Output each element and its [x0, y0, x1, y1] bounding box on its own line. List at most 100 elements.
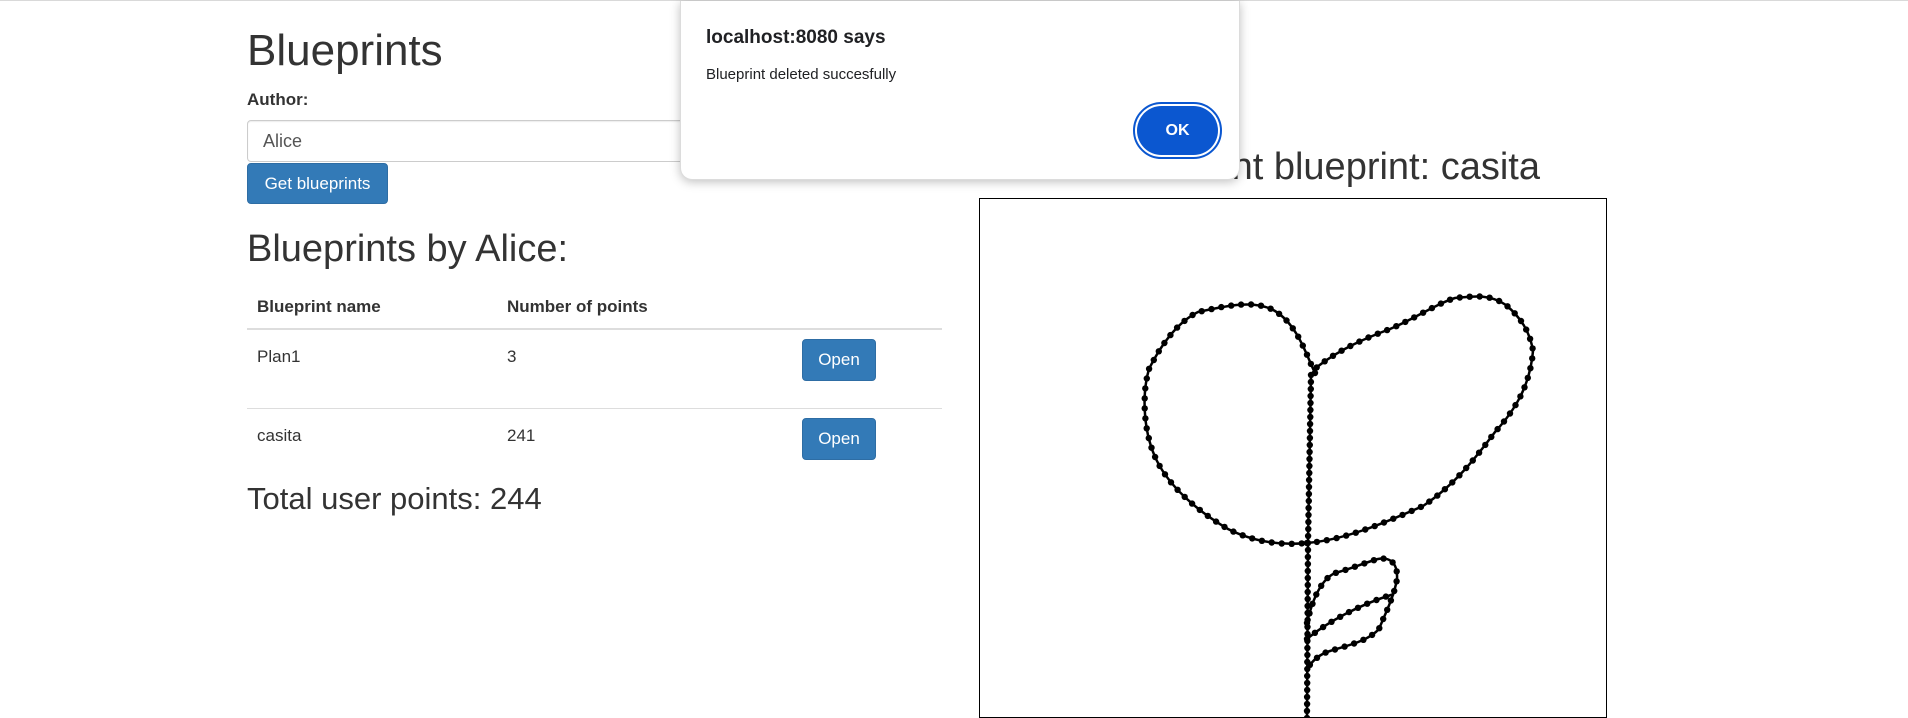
blueprint-point: [1198, 308, 1205, 315]
blueprint-point: [1181, 317, 1188, 325]
blueprint-point: [1466, 293, 1473, 300]
blueprint-point: [1371, 522, 1378, 530]
blueprint-point: [1343, 532, 1350, 539]
blueprint-point: [1307, 406, 1314, 414]
blueprint-point: [1356, 338, 1363, 345]
blueprint-point: [1173, 324, 1181, 331]
blueprint-point: [1304, 546, 1312, 554]
blueprint-point: [1230, 528, 1237, 535]
blueprint-point: [1428, 304, 1436, 312]
blueprint-point: [1434, 492, 1441, 499]
blueprint-point: [1161, 471, 1169, 478]
blueprint-point: [1239, 532, 1246, 539]
blueprint-point: [1376, 625, 1383, 632]
blueprints-by-author-heading: Blueprints by Alice:: [247, 228, 569, 270]
blueprint-point: [1145, 365, 1153, 372]
blueprint-point: [1347, 342, 1354, 350]
blueprint-point: [1167, 479, 1175, 486]
blueprint-point: [1237, 301, 1245, 308]
blueprints-table: Blueprint name Number of points Plan1 3 …: [247, 285, 942, 487]
get-blueprints-button[interactable]: Get blueprints: [247, 163, 388, 204]
blueprint-point: [1306, 469, 1313, 477]
blueprint-point: [1337, 613, 1344, 620]
blueprint-point: [1305, 490, 1313, 498]
blueprint-point: [1469, 457, 1476, 464]
blueprint-point: [1174, 486, 1181, 493]
blueprint-points-cell: 3: [497, 328, 757, 409]
blueprint-point: [1303, 707, 1311, 715]
open-blueprint-button[interactable]: Open: [802, 339, 876, 381]
column-header-actions: [757, 285, 942, 330]
alert-dialog: localhost:8080 says Blueprint deleted su…: [680, 1, 1240, 180]
blueprint-point: [1368, 631, 1376, 639]
blueprint-point: [1338, 347, 1345, 354]
blueprint-point: [1402, 318, 1409, 326]
blueprint-point: [1322, 649, 1329, 656]
blueprint-point: [1495, 297, 1503, 305]
blueprint-point: [1512, 401, 1519, 409]
blueprint-point: [1305, 518, 1312, 526]
blueprint-point: [1456, 472, 1463, 479]
ok-button[interactable]: OK: [1137, 106, 1218, 155]
blueprint-point: [1307, 378, 1315, 386]
blueprint-point: [1345, 608, 1353, 616]
blueprint-point: [1306, 448, 1313, 456]
blueprint-point: [1306, 610, 1313, 617]
blueprint-point: [1383, 326, 1391, 334]
blueprint-name-cell: casita: [247, 408, 497, 487]
blueprint-point: [1488, 433, 1495, 441]
blueprint-point: [1380, 615, 1387, 623]
blueprint-point: [1408, 507, 1415, 515]
blueprint-point: [1305, 525, 1312, 533]
blueprint-point: [1148, 444, 1155, 451]
blueprint-point: [1324, 574, 1331, 582]
column-header-points: Number of points: [497, 285, 757, 330]
blueprint-point: [1305, 511, 1312, 519]
table-row: Plan1 3 Open: [247, 328, 942, 409]
blueprint-point: [1380, 519, 1388, 526]
blueprint-point: [1289, 325, 1296, 332]
blueprint-point: [1307, 385, 1314, 393]
blueprint-point: [1161, 339, 1168, 347]
blueprint-point: [1307, 392, 1314, 400]
blueprint-point: [1504, 303, 1511, 310]
blueprint-point: [1304, 679, 1311, 687]
blueprint-point: [1313, 591, 1320, 598]
blueprint-point: [1304, 567, 1311, 575]
blueprint-point: [1361, 560, 1368, 567]
leaf-stroke: [1305, 557, 1399, 670]
blueprint-point: [1167, 331, 1174, 339]
blueprint-point: [1380, 555, 1387, 562]
blueprint-point: [1304, 651, 1311, 659]
blueprint-point: [1411, 314, 1418, 321]
open-blueprint-button[interactable]: Open: [802, 418, 876, 460]
blueprint-point: [1304, 581, 1311, 589]
blueprint-point: [1362, 526, 1369, 533]
blueprint-point: [1304, 532, 1312, 540]
blueprint-point: [1304, 560, 1312, 568]
blueprint-point: [1309, 600, 1316, 607]
blueprint-point: [1305, 483, 1313, 491]
blueprint-point: [1306, 441, 1313, 449]
blueprint-canvas[interactable]: [979, 198, 1607, 718]
blueprint-point: [1313, 538, 1321, 546]
blueprint-point: [1387, 597, 1395, 604]
blueprint-point: [1331, 646, 1339, 653]
blueprint-point: [1426, 498, 1433, 505]
page-title: Blueprints: [247, 26, 443, 75]
blueprint-point: [1419, 309, 1427, 316]
blueprint-point: [1463, 464, 1470, 472]
blueprint-point: [1393, 323, 1400, 330]
blueprint-point: [1151, 453, 1159, 461]
blueprint-point: [1303, 619, 1311, 627]
blueprint-point: [1341, 643, 1348, 650]
blueprint-point: [1305, 476, 1313, 484]
blueprint-point: [1283, 317, 1290, 324]
blueprint-point: [1524, 374, 1531, 382]
blueprint-point: [1354, 604, 1362, 611]
blueprint-point: [1307, 399, 1314, 407]
blueprint-point: [1333, 534, 1340, 542]
blueprint-point: [1307, 371, 1315, 379]
blueprint-point: [1365, 334, 1372, 341]
blueprint-point: [1449, 479, 1456, 486]
